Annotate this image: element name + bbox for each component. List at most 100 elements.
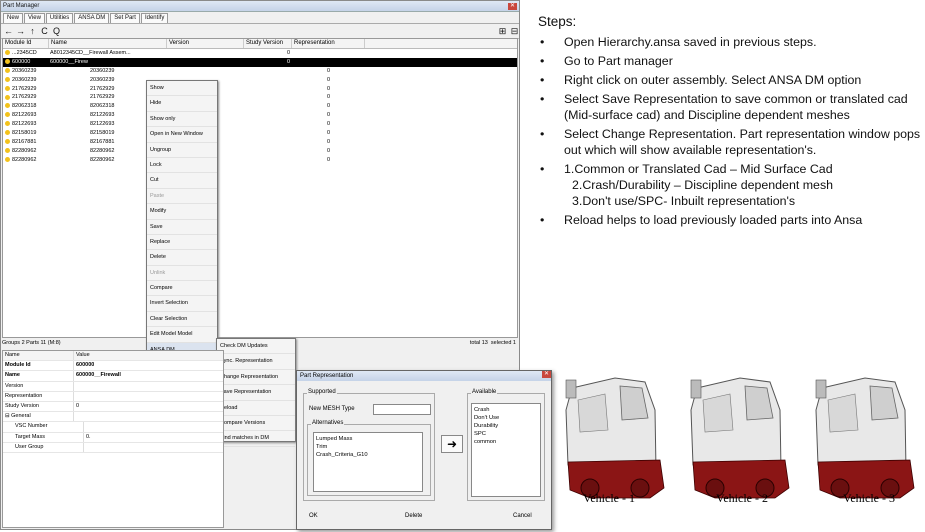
table-row[interactable]: 20360239 20360239 0	[3, 67, 517, 76]
context-menu-item[interactable]: Show only	[147, 112, 217, 128]
tab-ansa-dm[interactable]: ANSA DM	[74, 13, 110, 23]
row-study-version: 0	[327, 94, 331, 101]
table-row[interactable]: 82122693 82122693 0	[3, 111, 517, 120]
available-list[interactable]: Crash Don't Use Durability SPC common	[471, 403, 541, 497]
table-row[interactable]: 20360239 20360239 0	[3, 76, 517, 85]
context-menu-item[interactable]: Compare	[147, 281, 217, 297]
property-row[interactable]: Target Mass 0.	[3, 432, 223, 443]
property-value	[84, 422, 86, 431]
table-row[interactable]: 82122693 82122693 0	[3, 120, 517, 129]
context-menu-item[interactable]: Paste	[147, 189, 217, 205]
table-row[interactable]: 82167881 82167881 0	[3, 138, 517, 147]
property-key: Study Version	[3, 401, 74, 412]
list-item[interactable]: Durability	[474, 422, 538, 430]
status-bar: Groups 2 Parts 11 (M:8) total 13 selecte…	[2, 339, 516, 348]
lightbulb-icon	[5, 156, 10, 162]
list-item[interactable]: Don't Use	[474, 414, 538, 422]
window-title: Part Manager	[3, 3, 40, 9]
expand-icon[interactable]: ⊞	[498, 26, 507, 37]
property-row[interactable]: ⊟ General	[3, 412, 223, 423]
property-row[interactable]: Name 600000__Firewall	[3, 371, 223, 382]
delete-button[interactable]: Delete	[405, 513, 422, 519]
tab-set-part[interactable]: Set Part	[110, 13, 140, 23]
table-row[interactable]: 21762929 21762929 0	[3, 93, 517, 102]
list-item[interactable]: SPC	[474, 430, 538, 438]
table-row[interactable]: 21762929 21762929 0	[3, 85, 517, 94]
ok-button[interactable]: OK	[309, 513, 318, 519]
move-right-button[interactable]: ➜	[441, 435, 463, 453]
tab-view[interactable]: View	[24, 13, 45, 23]
submenu-item[interactable]: Compare Versions	[217, 416, 295, 432]
list-item[interactable]: Trim	[316, 443, 420, 451]
context-menu-item[interactable]: Modify	[147, 204, 217, 220]
alternatives-list[interactable]: Lumped Mass Trim Crash_Criteria_G10	[313, 432, 423, 492]
tab-identify[interactable]: Identify	[140, 13, 169, 23]
close-button[interactable]: ✕	[508, 2, 517, 10]
row-study-version: 0	[327, 76, 331, 83]
table-row[interactable]: ...2345CD A8012345CD__Firewall Assem... 0	[3, 49, 517, 58]
list-item[interactable]: Crash_Criteria_G10	[316, 451, 420, 459]
context-menu-item[interactable]: Save	[147, 220, 217, 235]
up-arrow-icon[interactable]: ↑	[28, 26, 37, 36]
table-row[interactable]: 82062318 82062318 0	[3, 102, 517, 111]
lightbulb-icon	[5, 130, 10, 136]
submenu-item[interactable]: Reload	[217, 401, 295, 416]
list-item[interactable]: Crash	[474, 406, 538, 414]
submenu-item[interactable]: Find matches in DM	[217, 431, 295, 447]
context-menu-item[interactable]: Ungroup	[147, 143, 217, 158]
lightbulb-icon	[5, 121, 10, 127]
tab-utilities[interactable]: Utilities	[45, 13, 74, 23]
submenu-item[interactable]: Change Representation	[217, 370, 295, 386]
search-icon[interactable]: Q	[52, 26, 61, 36]
property-key: Target Mass	[3, 432, 84, 442]
context-menu-item[interactable]: Clear Selection	[147, 312, 217, 328]
col-version[interactable]: Version	[167, 39, 244, 48]
property-row[interactable]: User Group	[3, 442, 223, 453]
tab-new[interactable]: New	[3, 13, 24, 23]
submenu-item[interactable]: Save Representation	[217, 385, 295, 401]
table-row[interactable]: 82158019 82158019 0	[3, 129, 517, 138]
col-name[interactable]: Name	[49, 39, 167, 48]
property-row[interactable]: Module Id 600000	[3, 361, 223, 372]
context-menu-item[interactable]: Hide	[147, 96, 217, 112]
context-menu-item[interactable]: Show	[147, 81, 217, 97]
collapse-icon[interactable]: ⊟	[510, 26, 519, 37]
row-module-id: 21762929	[3, 85, 50, 94]
step-item: Open Hierarchy.ansa saved in previous st…	[538, 34, 923, 50]
table-row[interactable]: 82280962 82280962 0	[3, 147, 517, 156]
refresh-icon[interactable]: C	[40, 26, 49, 36]
row-module-id: 82062318	[3, 102, 50, 111]
table-row[interactable]: 600000 600000__Firew 0	[3, 57, 517, 67]
new-mesh-type-input[interactable]	[373, 404, 431, 415]
status-total: total 13	[469, 340, 488, 346]
col-representation[interactable]: Representation	[292, 39, 365, 48]
dialog-close-button[interactable]: ✕	[542, 371, 551, 378]
property-row[interactable]: VSC Number	[3, 422, 223, 433]
row-module-id: ...2345CD	[3, 49, 50, 58]
context-menu-item[interactable]: Replace	[147, 235, 217, 251]
list-item[interactable]: Lumped Mass	[316, 435, 420, 443]
property-key: Module Id	[3, 361, 74, 371]
context-menu-item[interactable]: Invert Selection	[147, 296, 217, 312]
context-menu-item[interactable]: Lock	[147, 158, 217, 174]
table-row[interactable]: 82280962 82280962 0	[3, 156, 517, 165]
props-value-header: Value	[76, 352, 90, 358]
forward-arrow-icon[interactable]: →	[16, 26, 25, 36]
context-menu-item[interactable]: Cut	[147, 173, 217, 189]
property-row[interactable]: Representation	[3, 391, 223, 402]
list-item[interactable]: common	[474, 438, 538, 446]
property-value: 0	[76, 402, 80, 409]
context-menu-item[interactable]: Unlink	[147, 266, 217, 282]
property-row[interactable]: Version	[3, 381, 223, 392]
lightbulb-icon	[5, 67, 10, 73]
context-menu-item[interactable]: Open in New Window	[147, 127, 217, 143]
new-mesh-type-label: New MESH Type	[309, 406, 355, 412]
col-study-version[interactable]: Study Version	[244, 39, 292, 48]
cancel-button[interactable]: Cancel	[513, 513, 532, 519]
col-module-id[interactable]: Module Id	[3, 39, 49, 48]
status-selected: selected 1	[490, 340, 516, 346]
back-arrow-icon[interactable]: ←	[4, 26, 13, 36]
submenu-item[interactable]: Sync. Representation	[217, 354, 295, 370]
property-row[interactable]: Study Version 0	[3, 401, 223, 413]
context-menu-item[interactable]: Delete	[147, 250, 217, 266]
